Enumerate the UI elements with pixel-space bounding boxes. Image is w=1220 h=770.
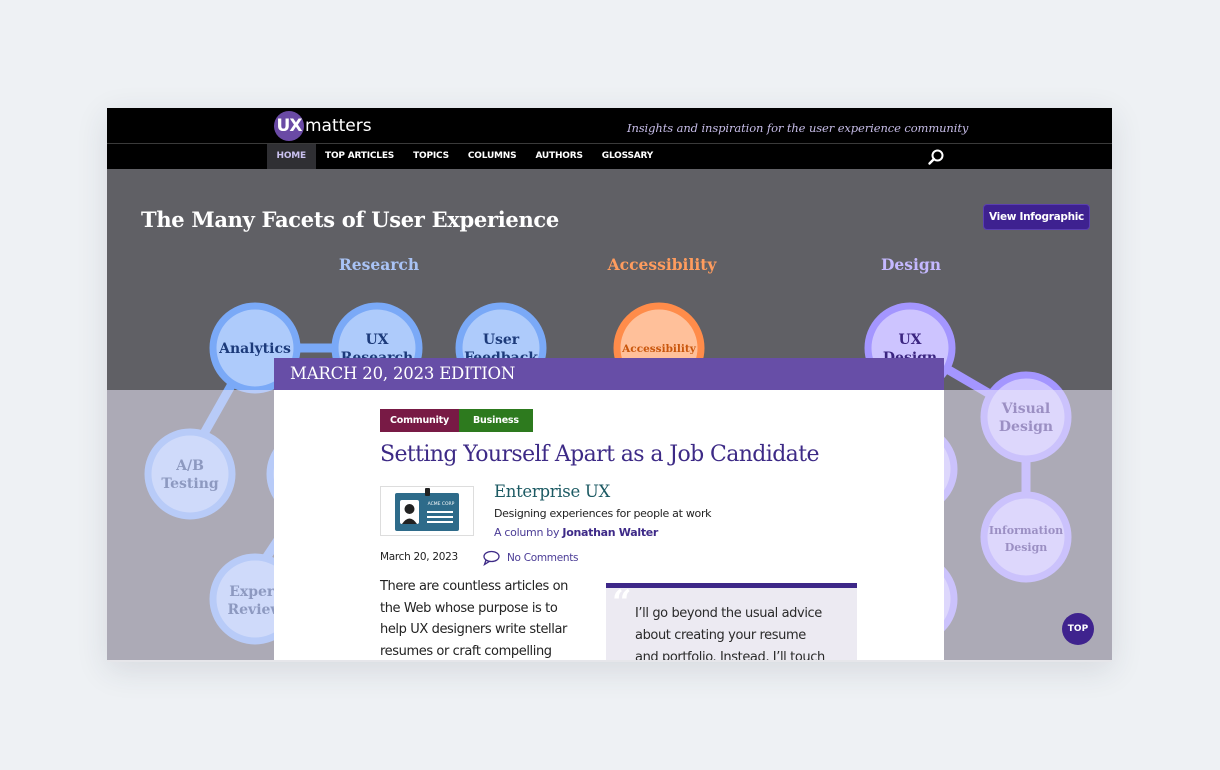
view-infographic-button[interactable]: View Infographic [983,204,1090,230]
quote-line: I’ll go beyond the usual advice [635,606,822,621]
browser-window: UX matters Insights and inspiration for … [107,108,1112,662]
quote-line: about creating your resume [635,628,806,643]
article-tags: Community Business [380,409,533,432]
nav-authors[interactable]: AUTHORS [526,144,592,169]
pull-quote-text: I’ll go beyond the usual advice about cr… [635,603,850,662]
comments-link[interactable]: No Comments [482,550,579,566]
category-design: Design [880,255,942,274]
main-nav: HOME TOP ARTICLES TOPICS COLUMNS AUTHORS… [107,143,1112,169]
tag-community[interactable]: Community [380,409,460,432]
category-accessibility: Accessibility [607,255,717,274]
back-to-top-button[interactable]: TOP [1062,613,1094,645]
pull-quote: “ I’ll go beyond the usual advice about … [606,583,857,662]
comment-bubble-icon [483,550,500,566]
hero-title: The Many Facets of User Experience [141,207,559,232]
nav-home[interactable]: HOME [267,144,316,169]
site-logo[interactable]: UX matters [274,111,372,141]
tag-business[interactable]: Business [459,409,533,432]
column-name[interactable]: Enterprise UX [494,482,610,501]
node-user-feedback-label-1: User [483,332,520,348]
site-tagline: Insights and inspiration for the user ex… [627,121,969,135]
node-accessibility-label: Accessibility [621,343,697,355]
logo-mark: UX [274,111,304,141]
excerpt-line: resumes or craft compelling [380,643,552,659]
comments-count: No Comments [507,552,579,564]
nav-columns[interactable]: COLUMNS [458,144,526,169]
article-date: March 20, 2023 [380,551,458,563]
column-byline: A column by Jonathan Walter [494,526,658,539]
logo-text: matters [305,116,372,136]
node-ux-research-label-1: UX [365,332,388,348]
excerpt-line: the Web whose purpose is to [380,600,558,616]
nav-topics[interactable]: TOPICS [404,144,459,169]
window-bottom-edge [107,660,1112,662]
author-link[interactable]: Jonathan Walter [562,526,658,539]
category-research: Research [338,255,420,274]
byline-prefix: A column by [494,526,560,539]
search-icon[interactable] [927,148,945,166]
site-header: UX matters Insights and inspiration for … [107,108,1112,143]
quote-mark-icon: “ [612,583,632,623]
column-description: Designing experiences for people at work [494,507,712,520]
badge-label: ACME CORP [428,501,455,507]
node-ux-design-label-1: UX [898,332,921,348]
nav-top-articles[interactable]: TOP ARTICLES [316,144,404,169]
column-thumbnail[interactable]: ACME CORP [380,486,474,536]
excerpt-line: help UX designers write stellar [380,622,567,637]
nav-glossary[interactable]: GLOSSARY [592,144,662,169]
edition-modal: MARCH 20, 2023 EDITION Community Busines… [274,358,944,662]
excerpt-line: There are countless articles on [380,579,568,594]
article-excerpt: There are countless articles on the Web … [380,576,590,662]
article-title[interactable]: Setting Yourself Apart as a Job Candidat… [380,442,819,467]
node-analytics-label: Analytics [218,341,291,357]
id-badge-icon: ACME CORP [395,488,459,531]
edition-heading: MARCH 20, 2023 EDITION [274,358,944,390]
